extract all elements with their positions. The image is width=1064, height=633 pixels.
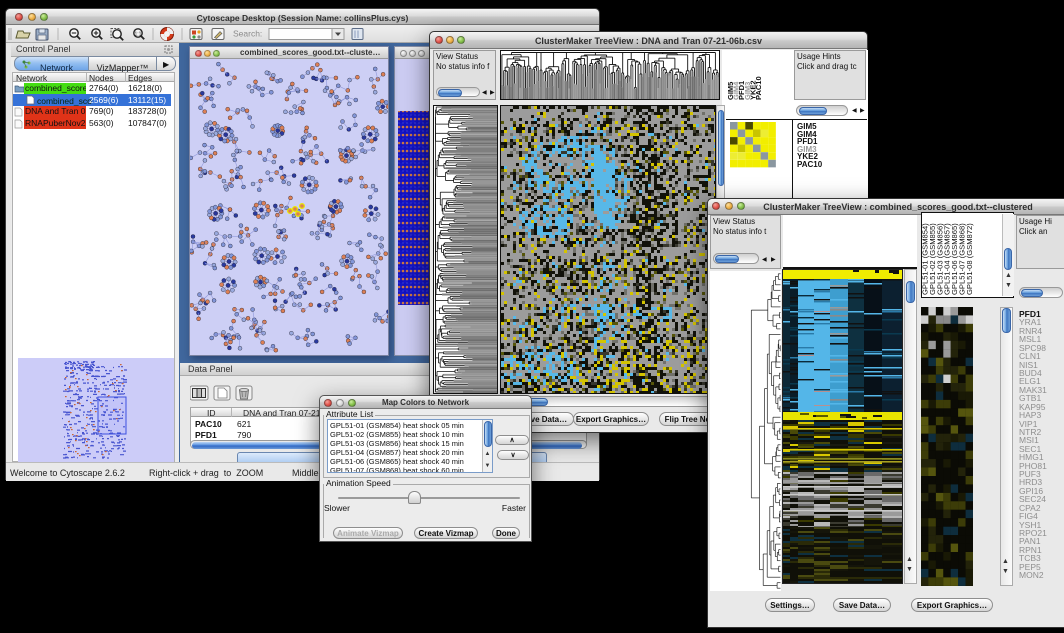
- svg-text:Search:: Search:: [233, 29, 262, 39]
- svg-text:GPL51-08 (GSM872): GPL51-08 (GSM872): [965, 223, 974, 295]
- svg-text:1:1: 1:1: [135, 32, 142, 38]
